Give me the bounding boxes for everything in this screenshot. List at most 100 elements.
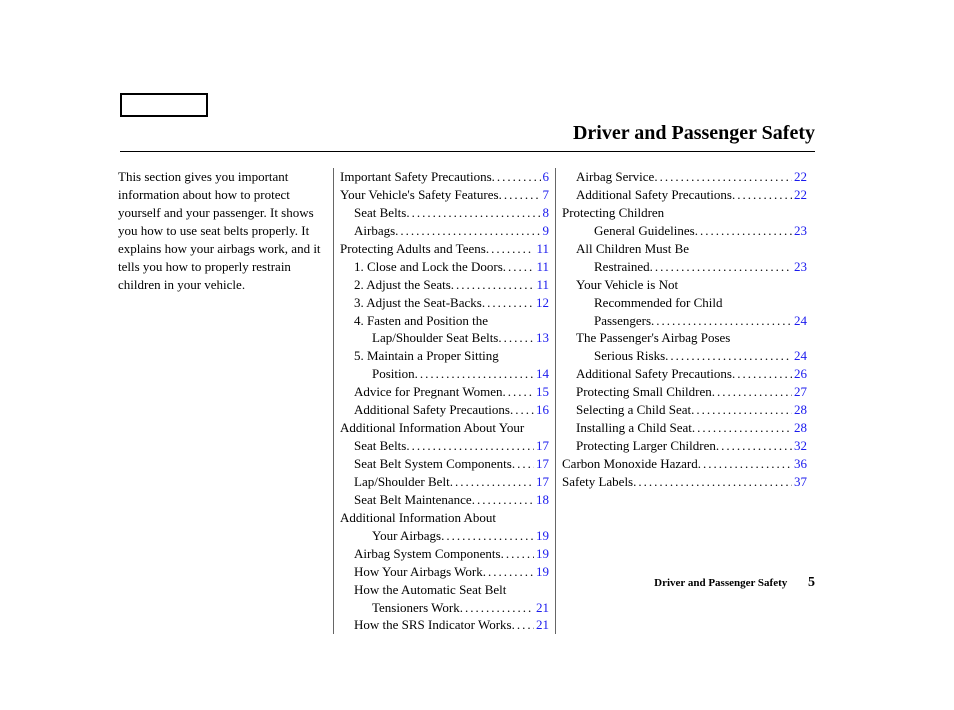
toc-entry-label: Protecting Small Children — [576, 383, 712, 401]
page-footer: Driver and Passenger Safety 5 — [654, 575, 815, 591]
toc-entry-label: 5. Maintain a Proper Sitting — [354, 347, 499, 365]
toc-entry: Seat Belt Maintenance 18 — [340, 491, 549, 509]
toc-leader-dots — [451, 276, 535, 294]
toc-entry: 5. Maintain a Proper Sitting — [340, 347, 549, 365]
toc-page-link[interactable]: 19 — [534, 545, 549, 563]
toc-page-link[interactable]: 36 — [792, 455, 807, 473]
toc-entry-label: Your Airbags — [372, 527, 441, 545]
toc-leader-dots — [486, 240, 535, 258]
toc-entry: Additional Information About — [340, 509, 549, 527]
toc-leader-dots — [651, 312, 792, 330]
toc-entry: Additional Safety Precautions16 — [340, 401, 549, 419]
toc-page-link[interactable]: 23 — [792, 222, 807, 240]
toc-entry: Tensioners Work 21 — [340, 599, 549, 617]
toc-leader-dots — [472, 491, 534, 509]
toc-page-link[interactable]: 27 — [792, 383, 807, 401]
toc-page-link[interactable]: 12 — [534, 294, 549, 312]
toc-entry: Protecting Small Children 27 — [562, 383, 807, 401]
toc-page-link[interactable]: 24 — [792, 347, 807, 365]
toc-entry: General Guidelines23 — [562, 222, 807, 240]
toc-entry-label: Seat Belts — [354, 204, 406, 222]
toc-leader-dots — [492, 168, 541, 186]
toc-leader-dots — [665, 347, 792, 365]
toc-entry: Safety Labels37 — [562, 473, 807, 491]
toc-leader-dots — [482, 294, 534, 312]
toc-entry-label: 3. Adjust the Seat-Backs — [354, 294, 482, 312]
toc-entry: How Your Airbags Work 19 — [340, 563, 549, 581]
toc-entry-label: 1. Close and Lock the Doors — [354, 258, 503, 276]
toc-page-link[interactable]: 17 — [534, 437, 549, 455]
toc-entry-label: Important Safety Precautions — [340, 168, 492, 186]
toc-leader-dots — [503, 258, 535, 276]
toc-leader-dots — [512, 616, 534, 634]
toc-entry-label: Seat Belt Maintenance — [354, 491, 472, 509]
toc-entry: Your Vehicle's Safety Features 7 — [340, 186, 549, 204]
footer-page-number: 5 — [808, 575, 815, 590]
toc-entry-label: Carbon Monoxide Hazard — [562, 455, 698, 473]
section-tab — [120, 93, 208, 117]
toc-page-link[interactable]: 17 — [534, 473, 549, 491]
toc-entry: Installing a Child Seat28 — [562, 419, 807, 437]
toc-entry: Airbags 9 — [340, 222, 549, 240]
toc-page-link[interactable]: 21 — [534, 599, 549, 617]
toc-entry: Airbag System Components19 — [340, 545, 549, 563]
toc-entry-label: Passengers — [594, 312, 651, 330]
toc-leader-dots — [732, 186, 792, 204]
toc-leader-dots — [712, 383, 792, 401]
toc-page-link[interactable]: 11 — [534, 276, 549, 294]
toc-page-link[interactable]: 17 — [534, 455, 549, 473]
toc-page-link[interactable]: 28 — [792, 401, 807, 419]
toc-entry-label: How the SRS Indicator Works — [354, 616, 512, 634]
toc-leader-dots — [460, 599, 534, 617]
toc-leader-dots — [499, 186, 541, 204]
toc-page-link[interactable]: 32 — [792, 437, 807, 455]
toc-entry-label: Airbags — [354, 222, 395, 240]
toc-entry: Lap/Shoulder Belt 17 — [340, 473, 549, 491]
toc-entry-label: Tensioners Work — [372, 599, 460, 617]
toc-page-link[interactable]: 24 — [792, 312, 807, 330]
toc-entry-label: Seat Belts — [354, 437, 406, 455]
toc-entry: Selecting a Child Seat28 — [562, 401, 807, 419]
toc-page-link[interactable]: 21 — [534, 616, 549, 634]
toc-entry-label: Additional Information About — [340, 509, 496, 527]
toc-page-link[interactable]: 23 — [792, 258, 807, 276]
toc-entry-label: 2. Adjust the Seats — [354, 276, 451, 294]
toc-leader-dots — [441, 527, 534, 545]
toc-page-link[interactable]: 9 — [541, 222, 550, 240]
toc-page-link[interactable]: 19 — [534, 527, 549, 545]
toc-page-link[interactable]: 6 — [541, 168, 550, 186]
toc-page-link[interactable]: 13 — [534, 329, 549, 347]
toc-entry-label: Additional Safety Precautions — [576, 365, 732, 383]
toc-entry: Seat Belts 8 — [340, 204, 549, 222]
toc-entry-label: Your Vehicle's Safety Features — [340, 186, 499, 204]
toc-page-link[interactable]: 15 — [534, 383, 549, 401]
toc-page-link[interactable]: 28 — [792, 419, 807, 437]
toc-page-link[interactable]: 26 — [792, 365, 807, 383]
toc-entry: Advice for Pregnant Women15 — [340, 383, 549, 401]
footer-section-title: Driver and Passenger Safety — [654, 577, 787, 589]
toc-entry: 4. Fasten and Position the — [340, 312, 549, 330]
page: Driver and Passenger Safety This section… — [0, 0, 954, 710]
toc-page-link[interactable]: 8 — [541, 204, 550, 222]
toc-leader-dots — [633, 473, 792, 491]
toc-entry-label: Lap/Shoulder Seat Belts — [372, 329, 498, 347]
toc-entry-label: Additional Information About Your — [340, 419, 524, 437]
toc-entry: Additional Safety Precautions 26 — [562, 365, 807, 383]
toc-column-1: Important Safety Precautions6Your Vehicl… — [333, 168, 555, 634]
toc-entry-label: Lap/Shoulder Belt — [354, 473, 450, 491]
toc-page-link[interactable]: 7 — [541, 186, 550, 204]
toc-page-link[interactable]: 19 — [534, 563, 549, 581]
toc-page-link[interactable]: 22 — [792, 168, 807, 186]
toc-entry-label: How Your Airbags Work — [354, 563, 483, 581]
toc-page-link[interactable]: 18 — [534, 491, 549, 509]
toc-page-link[interactable]: 16 — [534, 401, 549, 419]
toc-page-link[interactable]: 14 — [534, 365, 549, 383]
toc-page-link[interactable]: 22 — [792, 186, 807, 204]
toc-entry: The Passenger's Airbag Poses — [562, 329, 807, 347]
toc-page-link[interactable]: 11 — [534, 258, 549, 276]
toc-entry: 2. Adjust the Seats 11 — [340, 276, 549, 294]
toc-page-link[interactable]: 37 — [792, 473, 807, 491]
toc-page-link[interactable]: 11 — [534, 240, 549, 258]
toc-entry: Carbon Monoxide Hazard 36 — [562, 455, 807, 473]
toc-leader-dots — [498, 329, 534, 347]
